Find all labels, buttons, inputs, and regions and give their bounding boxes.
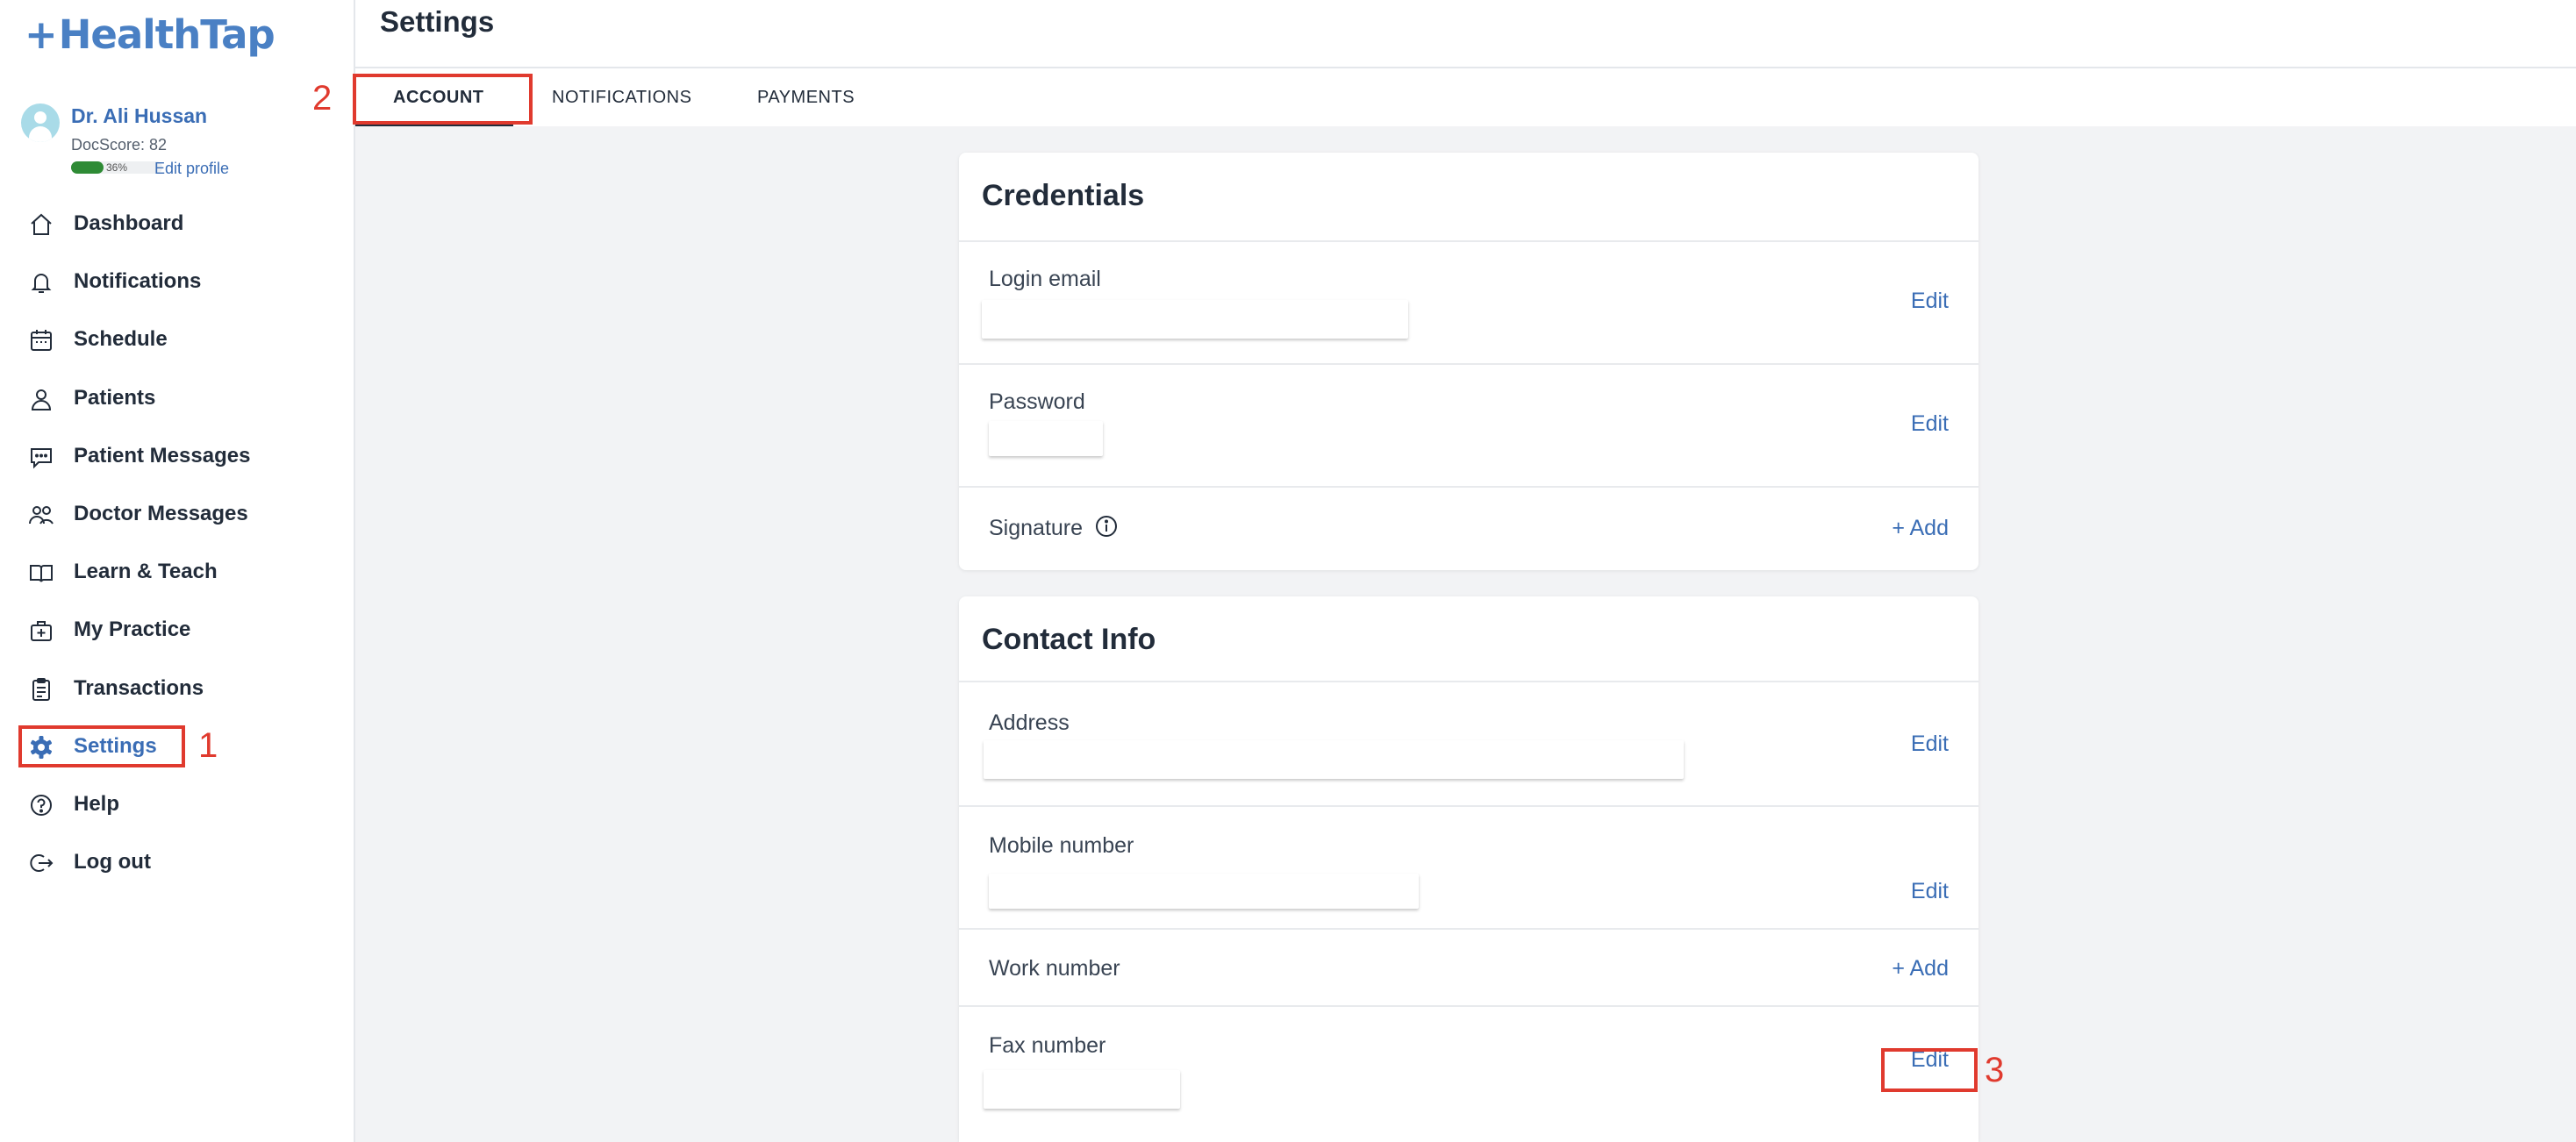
person-icon — [28, 386, 54, 412]
sidebar-item-my-practice[interactable]: My Practice — [0, 601, 354, 659]
password-field[interactable] — [989, 421, 1103, 456]
clipboard-icon — [28, 676, 54, 703]
annotation-number-2: 2 — [312, 79, 333, 118]
sidebar-item-logout[interactable]: Log out — [0, 833, 354, 891]
main-content: Credentials Login email Edit Password Ed… — [355, 126, 2576, 1142]
sidebar-item-label: Help — [74, 791, 120, 816]
healthtap-logo[interactable]: +HealthTap — [25, 9, 275, 61]
book-icon — [28, 560, 54, 586]
credentials-title: Credentials — [982, 179, 1145, 212]
sidebar-nav: Dashboard Notifications Schedule Patient… — [0, 195, 354, 891]
sidebar-item-label: Transactions — [74, 675, 204, 700]
annotation-number-1: 1 — [198, 726, 218, 765]
profile-progress-text: 36% — [105, 161, 128, 174]
sidebar-item-label: Notifications — [74, 269, 202, 294]
settings-tabs: ACCOUNT NOTIFICATIONS PAYMENTS — [355, 68, 2576, 126]
sidebar-item-label: Learn & Teach — [74, 560, 218, 584]
sidebar-item-label: Dashboard — [74, 211, 184, 235]
annotation-box-fax-edit — [1881, 1048, 1978, 1092]
home-icon — [28, 211, 54, 238]
docscore: DocScore: 82 — [71, 136, 168, 153]
password-label: Password — [989, 389, 1085, 414]
fax-number-field[interactable] — [984, 1070, 1180, 1109]
profile-summary: Dr. Ali Hussan DocScore: 82 36% Edit pro… — [21, 100, 346, 184]
sidebar-item-doctor-messages[interactable]: Doctor Messages — [0, 485, 354, 543]
mobile-number-edit-button[interactable]: Edit — [1911, 879, 1949, 904]
logo-text: HealthTap — [58, 11, 275, 58]
address-edit-button[interactable]: Edit — [1911, 732, 1949, 757]
annotation-box-account-tab — [353, 74, 533, 125]
mobile-number-label: Mobile number — [989, 833, 1134, 858]
calendar-icon — [28, 327, 54, 353]
work-number-add-button[interactable]: + Add — [1892, 956, 1949, 981]
sidebar-item-help[interactable]: Help — [0, 775, 354, 833]
sidebar-item-label: Doctor Messages — [74, 501, 248, 525]
login-email-field[interactable] — [982, 300, 1408, 339]
sidebar: +HealthTap Dr. Ali Hussan DocScore: 82 3… — [0, 0, 355, 1142]
sidebar-item-schedule[interactable]: Schedule — [0, 310, 354, 368]
bell-icon — [28, 269, 54, 296]
avatar[interactable] — [21, 103, 60, 142]
contact-info-card: Contact Info Address Edit Mobile number … — [959, 596, 1979, 1142]
signature-add-button[interactable]: + Add — [1892, 516, 1949, 541]
chat-icon — [28, 444, 54, 470]
login-email-label: Login email — [989, 267, 1101, 291]
address-label: Address — [989, 710, 1070, 735]
edit-profile-link[interactable]: Edit profile — [154, 160, 229, 178]
credentials-card: Credentials Login email Edit Password Ed… — [959, 153, 1979, 570]
group-icon — [28, 502, 54, 528]
medical-kit-icon — [28, 617, 54, 644]
sidebar-item-label: Patients — [74, 385, 156, 410]
sidebar-item-label: Schedule — [74, 327, 168, 352]
work-number-label: Work number — [989, 956, 1120, 981]
annotation-number-3: 3 — [1985, 1051, 2005, 1089]
sidebar-item-label: My Practice — [74, 617, 191, 642]
annotation-box-settings — [18, 725, 185, 767]
tab-payments[interactable]: PAYMENTS — [757, 88, 855, 108]
page-title: Settings — [380, 5, 495, 38]
sidebar-item-label: Log out — [74, 850, 151, 874]
logout-icon — [28, 850, 54, 876]
sidebar-item-dashboard[interactable]: Dashboard — [0, 195, 354, 253]
address-field[interactable] — [984, 740, 1684, 779]
help-icon — [28, 792, 54, 818]
logo-plus-icon: + — [25, 11, 58, 58]
fax-number-label: Fax number — [989, 1033, 1106, 1058]
login-email-edit-button[interactable]: Edit — [1911, 289, 1949, 314]
sidebar-item-notifications[interactable]: Notifications — [0, 253, 354, 310]
sidebar-item-label: Patient Messages — [74, 443, 251, 468]
doctor-name[interactable]: Dr. Ali Hussan — [71, 104, 207, 128]
profile-progress-bar: 36% — [71, 161, 162, 174]
sidebar-item-patients[interactable]: Patients — [0, 369, 354, 427]
signature-label: Signature — [989, 516, 1084, 540]
tab-notifications[interactable]: NOTIFICATIONS — [552, 88, 691, 108]
sidebar-item-learn-teach[interactable]: Learn & Teach — [0, 543, 354, 601]
info-icon[interactable] — [1095, 515, 1118, 538]
mobile-number-field[interactable] — [989, 874, 1419, 909]
contact-info-title: Contact Info — [982, 623, 1156, 656]
sidebar-item-patient-messages[interactable]: Patient Messages — [0, 427, 354, 485]
password-edit-button[interactable]: Edit — [1911, 411, 1949, 437]
sidebar-item-transactions[interactable]: Transactions — [0, 660, 354, 717]
